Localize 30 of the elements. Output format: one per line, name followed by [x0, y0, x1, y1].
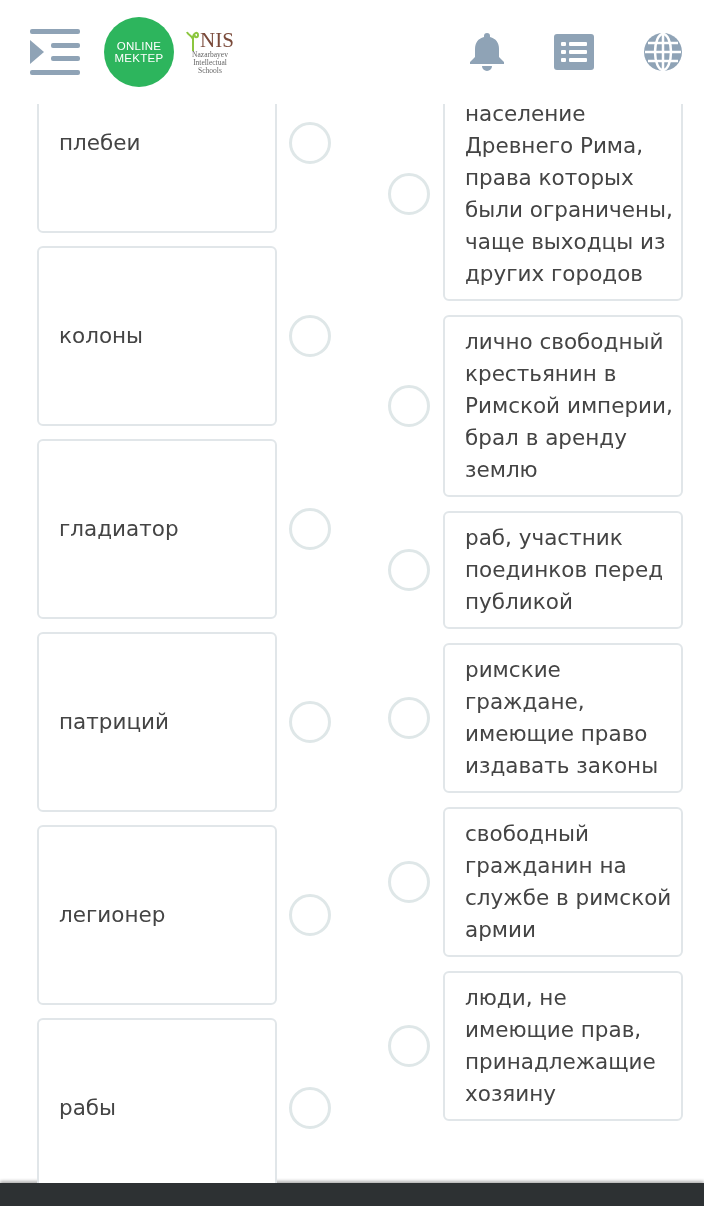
- radio-button[interactable]: [289, 122, 331, 164]
- term-card[interactable]: рабы: [37, 1018, 277, 1183]
- radio-button[interactable]: [388, 697, 430, 739]
- radio-button[interactable]: [289, 894, 331, 936]
- term-card[interactable]: колоны: [37, 246, 277, 426]
- definition-card[interactable]: люди, не имеющие прав, принадлежащие хозяину: [443, 971, 683, 1121]
- definition-card[interactable]: население Древнего Рима, права которых были ограничены, чаще выходцы из других городов: [443, 104, 683, 301]
- radio-button[interactable]: [388, 1025, 430, 1067]
- term-card[interactable]: патриций: [37, 632, 277, 812]
- definition-card[interactable]: лично свободный крестьянин в Римской империи, брал в аренду землю: [443, 315, 683, 497]
- globe-icon[interactable]: [644, 33, 682, 71]
- definition-card[interactable]: раб, участник поединков перед публикой: [443, 511, 683, 629]
- definition-card[interactable]: свободный гражданин на службе в римской армии: [443, 807, 683, 957]
- radio-button[interactable]: [289, 1087, 331, 1129]
- nis-text: NIS: [200, 29, 234, 51]
- term-card[interactable]: гладиатор: [37, 439, 277, 619]
- radio-button[interactable]: [388, 549, 430, 591]
- sprout-icon: [186, 29, 201, 51]
- radio-button[interactable]: [388, 861, 430, 903]
- radio-button[interactable]: [289, 701, 331, 743]
- radio-button[interactable]: [289, 315, 331, 357]
- radio-button[interactable]: [289, 508, 331, 550]
- term-card[interactable]: плебеи: [37, 104, 277, 233]
- definition-card[interactable]: римские граждане, имеющие право издавать законы: [443, 643, 683, 793]
- menu-icon[interactable]: [30, 29, 80, 75]
- term-card[interactable]: легионер: [37, 825, 277, 1005]
- list-icon[interactable]: [554, 34, 594, 70]
- radio-button[interactable]: [388, 385, 430, 427]
- radio-button[interactable]: [388, 173, 430, 215]
- bell-icon[interactable]: [470, 33, 504, 71]
